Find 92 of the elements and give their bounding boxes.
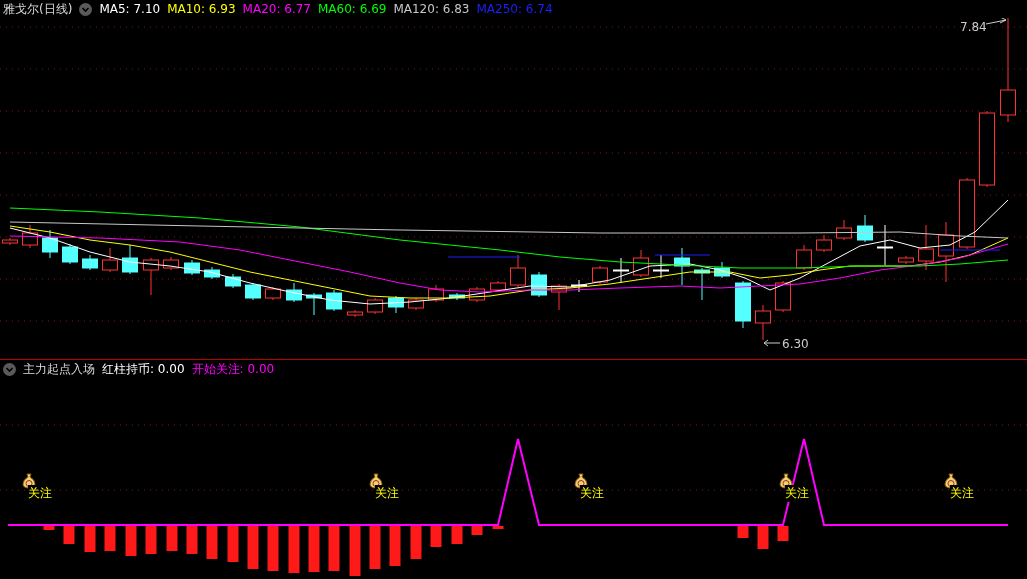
candlestick bbox=[796, 244, 812, 271]
candlestick bbox=[62, 243, 78, 265]
moving-average-reading: MA20: 6.77 bbox=[242, 2, 311, 16]
candlestick bbox=[857, 214, 873, 243]
candlestick bbox=[245, 282, 261, 301]
candlestick bbox=[918, 224, 934, 271]
candlestick bbox=[22, 224, 38, 249]
histogram-bar bbox=[84, 526, 96, 552]
histogram-bar bbox=[737, 526, 749, 538]
histogram-bar bbox=[227, 526, 239, 562]
moving-average-reading: MA10: 6.93 bbox=[167, 2, 236, 16]
histogram-bar bbox=[166, 526, 178, 551]
high-price-label: 7.84 bbox=[960, 20, 987, 34]
candlestick bbox=[163, 256, 179, 271]
candlestick bbox=[898, 255, 914, 265]
candlestick bbox=[408, 297, 424, 311]
candlestick bbox=[143, 257, 159, 296]
candlestick bbox=[306, 292, 322, 316]
indicator-name: 主力起点入场 bbox=[23, 360, 95, 378]
low-price-label: 6.30 bbox=[782, 337, 809, 351]
indicator-reading: 开始关注: 0.00 bbox=[191, 360, 275, 378]
candlestick bbox=[469, 286, 485, 303]
signal-label: 关注 bbox=[375, 485, 399, 502]
candlestick bbox=[633, 249, 649, 278]
candlestick bbox=[122, 244, 138, 275]
candlestick bbox=[204, 266, 220, 280]
moving-average-reading: MA5: 7.10 bbox=[99, 2, 161, 16]
pointer-arrow bbox=[985, 18, 1007, 25]
candlestick bbox=[347, 309, 363, 318]
chevron-down-icon[interactable] bbox=[3, 362, 16, 376]
candlestick bbox=[755, 304, 771, 341]
chart-title: 雅戈尔(日线) bbox=[3, 0, 73, 18]
candlestick bbox=[592, 265, 608, 285]
candlestick bbox=[449, 292, 465, 301]
histogram-bar bbox=[410, 526, 422, 559]
histogram-bar bbox=[247, 526, 259, 569]
signal-label: 关注 bbox=[28, 485, 52, 502]
candlestick bbox=[735, 280, 751, 329]
histogram-bar bbox=[349, 526, 361, 576]
histogram-bar bbox=[451, 526, 463, 544]
histogram-bar bbox=[267, 526, 279, 571]
histogram-bar bbox=[43, 526, 55, 530]
histogram-bar bbox=[389, 526, 401, 566]
signal-label: 关注 bbox=[580, 485, 604, 502]
candlestick bbox=[102, 247, 118, 273]
histogram-bar bbox=[206, 526, 218, 559]
pointer-arrow bbox=[763, 339, 781, 347]
candlestick bbox=[816, 234, 832, 253]
moving-average-reading: MA250: 6.74 bbox=[476, 2, 553, 16]
candlestick bbox=[326, 289, 342, 312]
histogram-bar bbox=[369, 526, 381, 569]
candlestick bbox=[265, 286, 281, 301]
histogram-bar bbox=[186, 526, 198, 554]
candlestick bbox=[286, 282, 302, 303]
candlestick bbox=[938, 221, 954, 283]
candlestick bbox=[674, 247, 690, 286]
histogram-bar bbox=[104, 526, 116, 551]
indicator-reading: 红柱持币: 0.00 bbox=[102, 360, 185, 378]
candlestick bbox=[653, 254, 669, 279]
histogram-bar bbox=[288, 526, 300, 573]
candlestick bbox=[714, 261, 730, 279]
signal-label: 关注 bbox=[785, 485, 809, 502]
candlestick bbox=[184, 259, 200, 276]
histogram-bar bbox=[777, 526, 789, 541]
candlestick bbox=[551, 283, 567, 311]
candlestick bbox=[490, 280, 506, 293]
candlestick bbox=[42, 229, 58, 259]
candlestick bbox=[428, 284, 444, 303]
histogram-bar bbox=[757, 526, 769, 549]
histogram-bar bbox=[125, 526, 137, 556]
chevron-down-icon[interactable] bbox=[79, 2, 93, 16]
signal-label: 关注 bbox=[950, 485, 974, 502]
candlestick bbox=[388, 295, 404, 314]
histogram-bar bbox=[145, 526, 157, 554]
candlestick bbox=[367, 297, 383, 315]
candlestick bbox=[836, 219, 852, 241]
candlestick bbox=[775, 280, 791, 313]
candlestick bbox=[510, 254, 526, 288]
histogram-bar bbox=[63, 526, 75, 544]
histogram-bar bbox=[492, 526, 504, 529]
candlestick bbox=[571, 279, 587, 293]
candlestick bbox=[225, 273, 241, 289]
histogram-bar bbox=[471, 526, 483, 535]
candlestick bbox=[694, 267, 710, 301]
histogram-bar bbox=[328, 526, 340, 571]
histogram-bar bbox=[308, 526, 320, 572]
moving-average-reading: MA60: 6.69 bbox=[318, 2, 387, 16]
candlestick bbox=[82, 254, 98, 271]
candlestick bbox=[613, 257, 629, 284]
candlestick bbox=[877, 224, 893, 266]
moving-average-reading: MA120: 6.83 bbox=[393, 2, 470, 16]
histogram-bar bbox=[430, 526, 442, 547]
